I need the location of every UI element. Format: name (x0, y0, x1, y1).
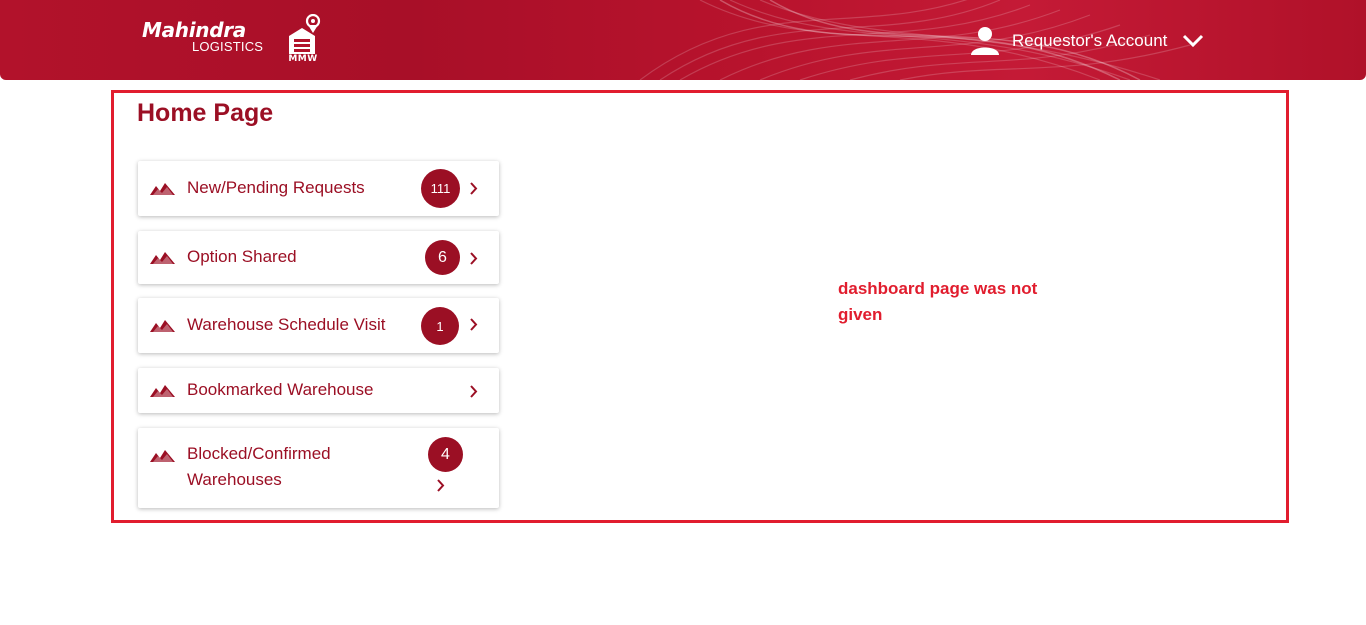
card-label: Bookmarked Warehouse (187, 380, 374, 399)
mountain-icon (150, 385, 175, 397)
logo-badge-text: MMW (288, 54, 318, 64)
count-badge: 111 (421, 169, 460, 208)
card-label: Warehouse Schedule Visit (187, 315, 386, 334)
page-title: Home Page (137, 99, 274, 127)
logo-brand-text: Mahindra (142, 18, 247, 42)
count-badge: 6 (425, 240, 460, 275)
card-label: Option Shared (187, 247, 297, 266)
card-option-shared[interactable]: Option Shared 6 (138, 231, 499, 284)
annotation-note: dashboard page was not given (838, 276, 1078, 328)
account-label: Requestor's Account (1012, 31, 1168, 50)
annotation-line-2: given (838, 305, 883, 324)
card-new-pending-requests[interactable]: New/Pending Requests 111 (138, 161, 499, 216)
card-blocked-confirmed-warehouses[interactable]: Blocked/Confirmed Warehouses 4 (138, 428, 499, 508)
card-label-line1: Blocked/Confirmed (187, 444, 331, 463)
chevron-right-icon (470, 182, 478, 195)
chevron-right-icon (470, 318, 478, 331)
card-label: New/Pending Requests (187, 178, 365, 197)
count-badge: 1 (421, 307, 459, 345)
mountain-icon (150, 183, 175, 195)
chevron-right-icon (470, 385, 478, 398)
annotation-line-1: dashboard page was not (838, 279, 1038, 298)
logo-sub-text: LOGISTICS (192, 39, 264, 54)
card-bookmarked-warehouse[interactable]: Bookmarked Warehouse (138, 368, 499, 413)
company-logo[interactable]: Mahindra LOGISTICS (142, 20, 263, 54)
mountain-icon (150, 320, 175, 332)
mountain-icon (150, 450, 175, 462)
chevron-down-icon[interactable] (1182, 34, 1204, 48)
user-icon (971, 27, 999, 55)
chevron-right-icon (470, 252, 478, 265)
app-header: Mahindra LOGISTICS MMW Requestor's Accou… (0, 0, 1366, 80)
card-label-line2: Warehouses (187, 470, 282, 489)
count-badge: 4 (428, 437, 463, 472)
account-menu[interactable]: Requestor's Account (970, 26, 1204, 56)
chevron-right-icon (437, 479, 445, 492)
mountain-icon (150, 252, 175, 264)
card-warehouse-schedule-visit[interactable]: Warehouse Schedule Visit 1 (138, 298, 499, 353)
